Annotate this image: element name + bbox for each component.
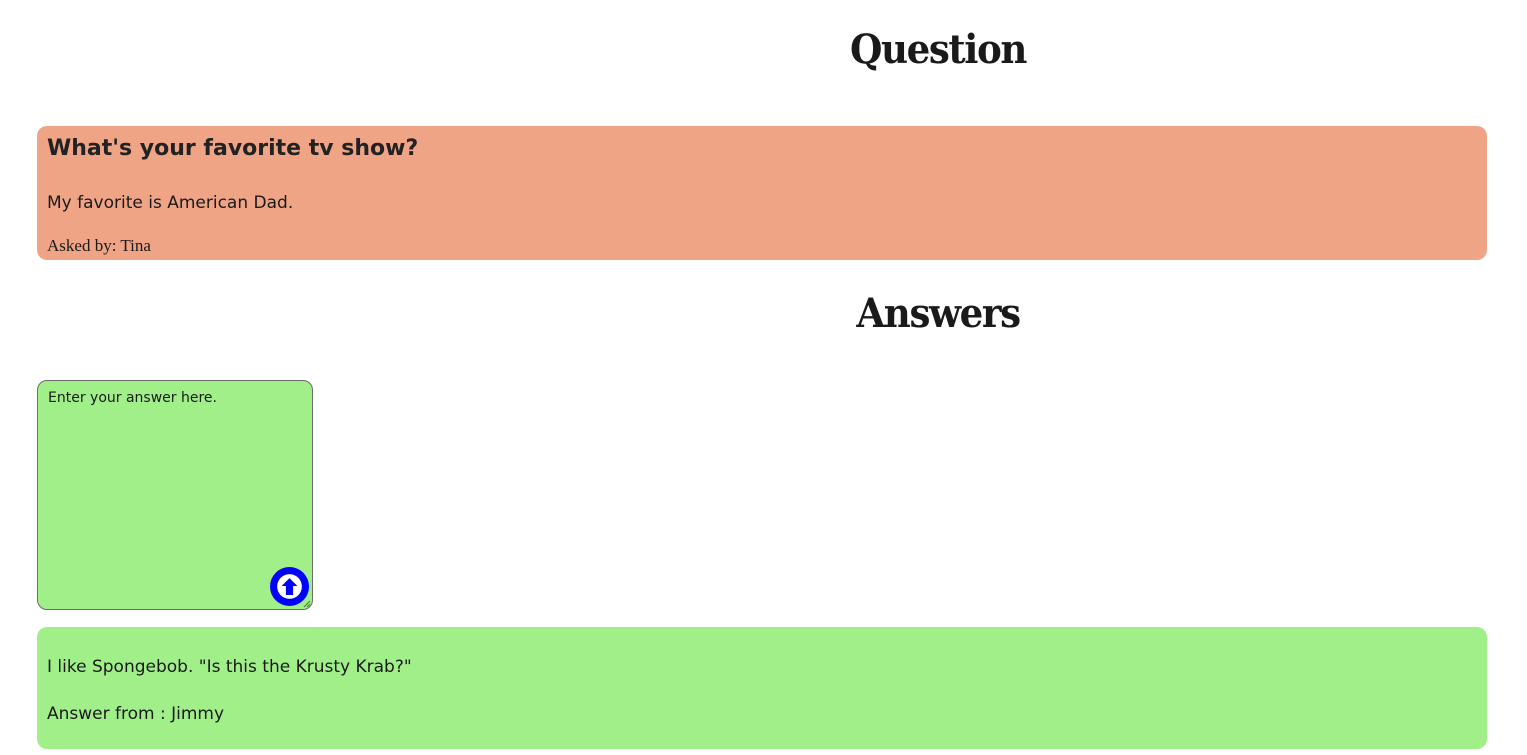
question-title: What's your favorite tv show? [47,136,419,161]
resize-grip-icon[interactable] [303,600,311,608]
answer-compose-box [37,380,313,610]
answer-from-label: Answer from : [47,704,166,724]
question-asker-line: Asked by: Tina [47,236,151,256]
question-heading: Question [849,26,1027,73]
answer-author: Jimmy [171,704,225,724]
answer-text: I like Spongebob. "Is this the Krusty Kr… [47,657,412,677]
answer-card: I like Spongebob. "Is this the Krusty Kr… [37,627,1487,749]
answers-heading: Answers [856,290,1021,337]
asked-by-label: Asked by: [47,236,117,255]
answer-author-line: Answer from : Jimmy [47,704,224,724]
arrow-up-icon [277,574,302,599]
asker-name: Tina [120,236,151,255]
question-body: My favorite is American Dad. [47,193,294,213]
answer-input[interactable] [38,381,312,609]
question-card: What's your favorite tv show? My favorit… [37,126,1487,260]
